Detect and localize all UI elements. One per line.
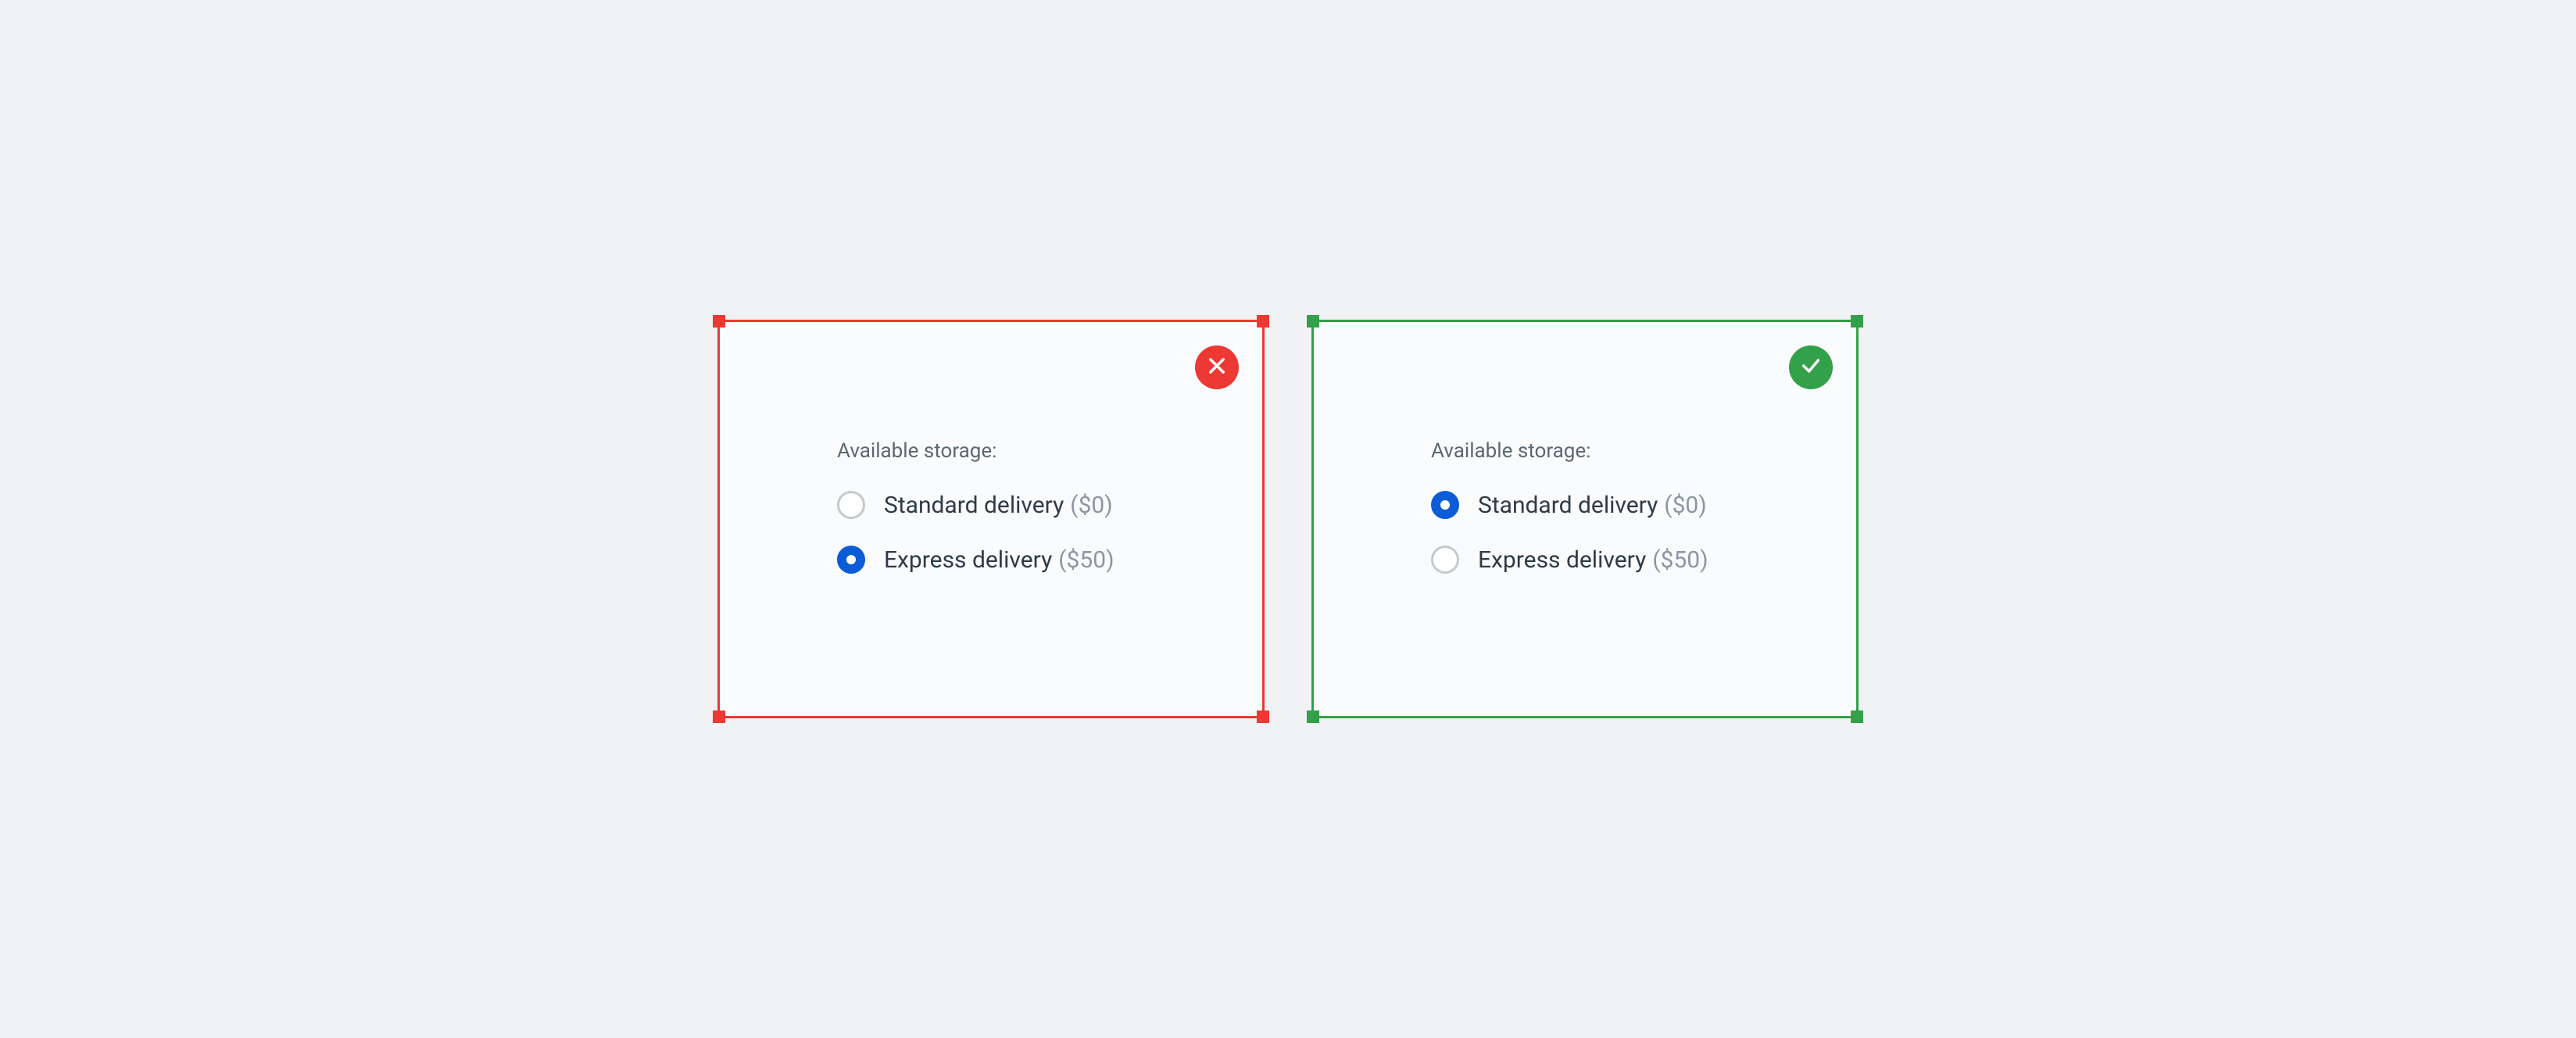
group-heading: Available storage: <box>1431 439 1809 463</box>
option-label: Express delivery <box>884 546 1052 574</box>
incorrect-badge <box>1195 345 1239 389</box>
option-price: ($50) <box>1058 546 1114 574</box>
option-label: Standard delivery <box>1478 492 1658 519</box>
selection-handle <box>1851 710 1863 723</box>
selection-handle <box>713 710 725 723</box>
incorrect-example-panel: Available storage: Standard delivery ($0… <box>717 320 1265 718</box>
radio-checked-icon <box>837 546 865 574</box>
correct-badge <box>1789 345 1833 389</box>
selection-handle <box>1851 315 1863 328</box>
group-heading: Available storage: <box>837 439 1215 463</box>
radio-unchecked-icon <box>1431 546 1459 574</box>
option-price: ($0) <box>1070 492 1112 519</box>
radio-unchecked-icon <box>837 491 865 519</box>
radio-checked-icon <box>1431 491 1459 519</box>
radio-group: Available storage: Standard delivery ($0… <box>1431 439 1809 600</box>
x-icon <box>1206 355 1228 380</box>
option-label: Standard delivery <box>884 492 1064 519</box>
selection-handle <box>1257 710 1269 723</box>
correct-example-panel: Available storage: Standard delivery ($0… <box>1311 320 1859 718</box>
option-label: Express delivery <box>1478 546 1646 574</box>
radio-option-express[interactable]: Express delivery ($50) <box>837 546 1215 574</box>
option-price: ($0) <box>1664 492 1706 519</box>
selection-handle <box>1257 315 1269 328</box>
radio-option-express[interactable]: Express delivery ($50) <box>1431 546 1809 574</box>
selection-handle <box>713 315 725 328</box>
radio-option-standard[interactable]: Standard delivery ($0) <box>837 491 1215 519</box>
selection-handle <box>1307 315 1319 328</box>
radio-group: Available storage: Standard delivery ($0… <box>837 439 1215 600</box>
option-price: ($50) <box>1652 546 1708 574</box>
radio-option-standard[interactable]: Standard delivery ($0) <box>1431 491 1809 519</box>
selection-handle <box>1307 710 1319 723</box>
check-icon <box>1800 355 1822 380</box>
